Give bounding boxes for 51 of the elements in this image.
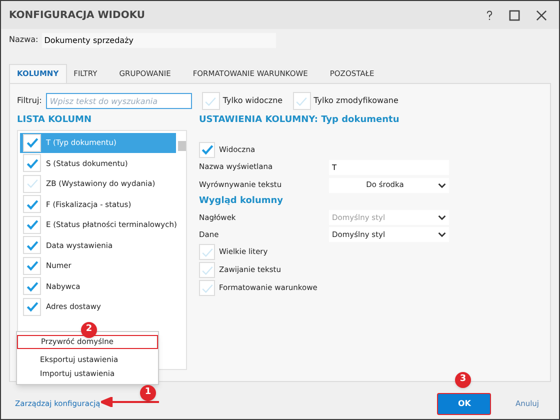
check-icon — [204, 94, 218, 108]
checkbox[interactable] — [23, 154, 41, 172]
window-title: KONFIGURACJA WIDOKU — [9, 8, 146, 22]
step-badge: 1 — [140, 385, 156, 401]
section-title: LISTA KOLUMN — [17, 114, 93, 127]
section-title: USTAWIENIA KOLUMNY: Typ dokumentu — [199, 114, 400, 127]
check-icon — [26, 136, 38, 150]
pointer-arrow — [101, 397, 159, 407]
chevron-down-icon — [438, 182, 446, 188]
check-icon — [295, 94, 308, 108]
checkbox[interactable] — [23, 298, 41, 316]
check-icon — [26, 259, 38, 272]
checkbox[interactable] — [199, 280, 215, 296]
checkbox[interactable] — [23, 216, 41, 234]
check-icon — [26, 177, 38, 190]
check-icon — [26, 156, 38, 170]
scrollbar[interactable] — [178, 140, 186, 150]
check-icon — [26, 300, 38, 314]
check-icon — [200, 264, 214, 276]
step-badge: 3 — [455, 372, 471, 388]
check-icon — [26, 198, 38, 211]
filter-label: Filtruj: — [17, 95, 42, 107]
subsection-title: Wygląd kolumny — [199, 194, 284, 208]
checkbox[interactable] — [199, 244, 215, 260]
checkbox[interactable] — [23, 174, 41, 193]
checkbox[interactable] — [23, 195, 41, 214]
checkbox[interactable] — [23, 236, 41, 254]
name-field[interactable]: Dokumenty sprzedaży — [42, 32, 276, 48]
name-label: Nazwa: — [9, 34, 38, 46]
check-icon — [26, 280, 38, 293]
chevron-down-icon — [438, 232, 446, 237]
checkbox-label: Tylko widoczne — [222, 95, 283, 107]
check-icon — [200, 246, 214, 258]
checkbox[interactable] — [292, 92, 311, 110]
maximize-icon[interactable] — [509, 10, 520, 20]
search-field[interactable]: Wpisz tekst do wyszukania — [46, 93, 192, 109]
checkbox[interactable] — [23, 256, 41, 275]
check-icon — [200, 282, 214, 294]
check-icon — [26, 218, 38, 232]
close-icon[interactable] — [536, 10, 547, 20]
checkbox-label: Tylko zmodyfikowane — [314, 95, 398, 107]
help-icon[interactable] — [486, 10, 493, 20]
checkbox[interactable] — [202, 92, 220, 110]
checkbox[interactable] — [23, 134, 41, 152]
ok-button[interactable]: OK — [437, 393, 492, 415]
checkbox[interactable] — [199, 262, 215, 278]
check-icon — [26, 238, 38, 252]
checkbox[interactable] — [199, 142, 215, 158]
chevron-down-icon — [438, 215, 446, 220]
check-icon — [200, 143, 214, 156]
checkbox[interactable] — [23, 277, 41, 296]
